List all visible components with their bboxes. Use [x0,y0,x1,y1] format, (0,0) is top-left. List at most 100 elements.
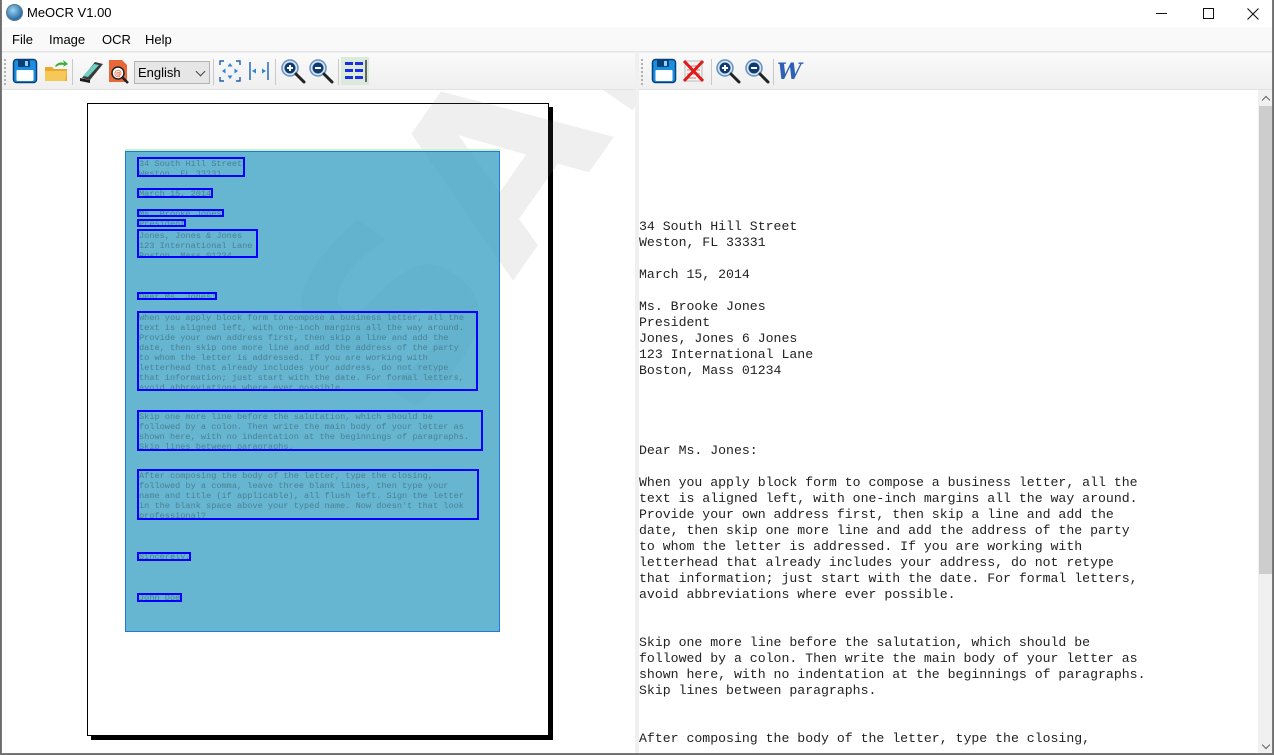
scroll-down-button[interactable] [1258,738,1272,753]
scanner-icon [80,62,103,83]
recognized-text-view[interactable]: 34 South Hill Street Weston, FL 33331 Marc… [639,90,1258,753]
minimize-icon [1155,13,1167,14]
text-line: Jones, Jones 6 Jones [639,331,798,346]
text-line: to whom the letter is addressed. If you … [639,539,1083,554]
text-line: followed by a colon. Then write the main… [639,651,1138,666]
close-button[interactable] [1230,0,1272,27]
clear-text-button[interactable] [680,57,708,85]
text-line: Weston, FL 33331 [639,235,766,250]
chevron-down-icon [195,66,206,77]
ocr-block[interactable]: John Doe [137,593,182,602]
scroll-thumb[interactable] [1259,106,1272,574]
svg-text:@: @ [114,69,122,78]
open-image-button[interactable] [42,57,70,85]
zoom-out-image-button[interactable] [307,57,335,85]
image-toolbar: @ English [2,53,635,90]
ocr-block[interactable]: Ms. Brooke Jones [137,209,224,217]
toolbar-separator [72,59,73,85]
text-scrollbar[interactable] [1258,90,1272,753]
toolbar-separator [275,59,276,85]
text-line [639,715,1145,731]
zoom-out-icon [745,59,770,84]
text-line: avoid abbreviations where ever possible. [639,587,956,602]
ocr-block[interactable]: March 15, 2014 [137,188,213,198]
text-line [639,395,1145,411]
text-line: 34 South Hill Street [639,219,798,234]
toolbar-separator [711,59,712,85]
text-line: Ms. Brooke Jones [639,299,766,314]
text-line [639,379,1145,395]
ocr-block[interactable]: After composing the body of the letter, … [137,469,479,520]
layout-blocks-icon [345,60,367,82]
ocr-region[interactable]: 34 South Hill Street Weston, FL 33331 Ma… [125,151,500,632]
zoom-in-text-button[interactable] [714,57,742,85]
fit-page-button[interactable] [216,57,244,85]
clear-document-icon [682,59,705,83]
maximize-button[interactable] [1185,0,1231,27]
floppy-disk-icon [651,58,677,84]
text-line: When you apply block form to compose a b… [639,475,1138,490]
toolbar-grip[interactable] [4,59,6,85]
text-line: date, then skip one more line and add th… [639,523,1130,538]
zoom-in-icon [281,59,306,84]
text-line: text is aligned left, with one-inch marg… [639,491,1138,506]
fit-width-button[interactable] [245,57,273,85]
toolbar-separator [213,59,214,85]
export-word-button[interactable]: W [776,57,804,85]
menu-image[interactable]: Image [49,32,85,47]
menu-ocr[interactable]: OCR [102,32,131,47]
ocr-search-icon: @ [109,60,129,84]
ocr-block[interactable]: Skip one more line before the salutation… [137,410,483,451]
image-view[interactable]: SAMPLE 34 South Hill Street Weston, FL 3… [2,90,635,753]
app-window: MeOCR V1.00 File Image OCR Help @ Englis… [1,0,1273,754]
text-line [639,603,1145,619]
toolbar-grip[interactable] [641,59,643,85]
document-page: SAMPLE 34 South Hill Street Weston, FL 3… [87,90,635,736]
chevron-down-icon [1261,740,1271,749]
text-line: Skip one more line before the salutation… [639,635,1091,650]
text-toolbar: W [639,53,1272,90]
fit-width-icon [249,62,269,80]
minimize-button[interactable] [1138,0,1184,27]
text-line [639,411,1145,427]
menu-file[interactable]: File [12,32,33,47]
save-text-button[interactable] [650,57,678,85]
ocr-block[interactable]: Jones, Jones & Jones 123 International L… [137,229,258,258]
zoom-in-icon [716,59,741,84]
menu-help[interactable]: Help [145,32,172,47]
text-line: Skip lines between paragraphs. [639,683,877,698]
ocr-block[interactable]: 34 South Hill Street Weston, FL 33331 [137,157,245,177]
ocr-block[interactable]: When you apply block form to compose a b… [137,311,478,391]
maximize-icon [1202,8,1214,19]
scroll-up-button[interactable] [1258,90,1272,106]
title-bar: MeOCR V1.00 [2,0,1272,27]
window-title: MeOCR V1.00 [27,5,112,20]
text-line [639,699,1145,715]
text-line: Dear Ms. Jones: [639,443,758,458]
recognize-button[interactable]: @ [105,57,133,85]
ocr-block[interactable]: President [137,219,186,227]
ocr-block[interactable]: Sincerely, [137,552,191,561]
zoom-in-image-button[interactable] [279,57,307,85]
recognized-text[interactable]: 34 South Hill Street Weston, FL 33331 Marc… [639,219,1145,747]
zoom-out-text-button[interactable] [743,57,771,85]
floppy-disk-icon [12,58,38,84]
text-line: March 15, 2014 [639,267,750,282]
ocr-block[interactable]: Dear Ms. Jones: [137,292,217,300]
text-line: letterhead that already includes your ad… [639,555,1114,570]
text-line [639,427,1145,443]
layout-blocks-button[interactable] [341,57,369,85]
save-image-button[interactable] [11,57,39,85]
toolbar-separator [773,59,774,85]
text-line: After composing the body of the letter, … [639,731,1091,746]
text-line: Boston, Mass 01234 [639,363,782,378]
close-icon [1247,7,1259,20]
language-select[interactable]: English [134,61,210,84]
app-globe-icon [6,4,23,21]
svg-text:W: W [777,59,804,84]
text-line [639,619,1145,635]
language-select-value: English [138,65,181,80]
text-line: shown here, with no indentation at the b… [639,667,1146,682]
toolbar-separator [338,59,339,85]
scan-button[interactable] [77,57,105,85]
